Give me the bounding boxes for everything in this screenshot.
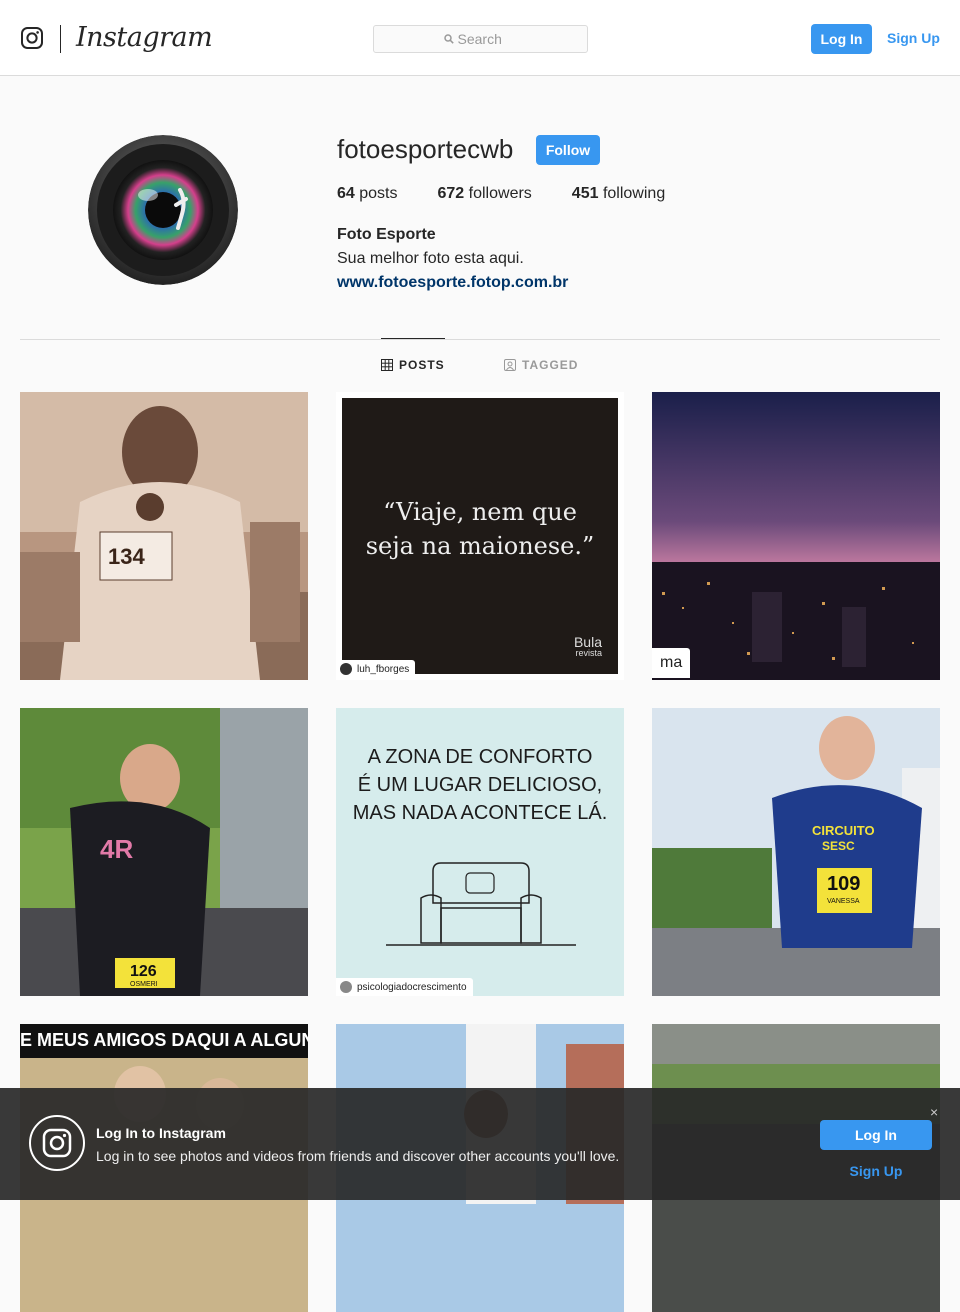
followers-count-value: 672 (437, 185, 465, 202)
tab-tagged[interactable]: TAGGED (504, 358, 578, 372)
post-tile-5[interactable]: A ZONA DE CONFORTO É UM LUGAR DELICIOSO,… (336, 708, 624, 996)
brand-divider (60, 25, 61, 53)
post-5-tag[interactable]: psicologiadocrescimento (336, 978, 473, 996)
posts-count-label: posts (359, 185, 398, 202)
signup-link[interactable]: Sign Up (887, 30, 940, 46)
search-input[interactable] (453, 31, 518, 47)
grid-icon (381, 359, 393, 371)
post-tile-1[interactable]: 134 (20, 392, 308, 680)
login-button[interactable]: Log In (811, 24, 872, 54)
post-2-tag[interactable]: luh_fborges (336, 660, 416, 678)
post-1-bib-number: 134 (108, 544, 145, 569)
post-4-bib-number: 126 (130, 963, 157, 980)
tab-posts[interactable]: POSTS (381, 358, 445, 372)
post-5-tag-avatar (340, 981, 352, 993)
tab-tagged-label: TAGGED (522, 358, 579, 372)
post-2-quote-line-2: seja na maionese.” (365, 532, 595, 560)
post-tile-6[interactable]: CIRCUITO SESC 109 VANESSA (652, 708, 940, 996)
profile-stats: 64 posts 672 followers 451 following (337, 185, 705, 203)
search-box[interactable] (373, 25, 588, 53)
banner-login-button[interactable]: Log In (820, 1120, 932, 1150)
instagram-wordmark-logo[interactable]: Instagram (76, 22, 213, 53)
post-4-bib-name: OSMERI (130, 981, 158, 988)
banner-title: Log In to Instagram (96, 1125, 226, 1141)
tabs-divider (20, 339, 940, 340)
post-tile-4[interactable]: 4R 126 OSMERI (20, 708, 308, 996)
tagged-person-icon (504, 359, 516, 371)
followers-count[interactable]: 672 followers (438, 185, 532, 203)
top-navigation-bar: Instagram Log In Sign Up (0, 0, 960, 76)
tab-posts-label: POSTS (399, 358, 445, 372)
search-icon (443, 34, 454, 44)
post-5-line-1: A ZONA DE CONFORTO (367, 746, 593, 768)
profile-username: fotoesportecwb (337, 134, 514, 164)
post-2-quote-line-1: “Viaje, nem que (383, 498, 577, 526)
banner-description: Log in to see photos and videos from fri… (96, 1148, 620, 1164)
profile-avatar[interactable] (88, 135, 238, 285)
post-7-caption: E MEUS AMIGOS DAQUI A ALGUNS A (20, 1030, 308, 1050)
profile-bio: Sua melhor foto esta aqui. (337, 250, 524, 267)
post-2-signature-sub: revista (575, 648, 602, 658)
post-5-line-2: É UM LUGAR DELICIOSO, (357, 774, 603, 796)
profile-website-link[interactable]: www.fotoesporte.fotop.com.br (337, 274, 568, 292)
post-6-bib-number: 109 (827, 873, 861, 895)
followers-count-label: followers (468, 185, 532, 202)
post-tile-2[interactable]: “Viaje, nem que seja na maionese.” Bula … (336, 392, 624, 680)
svg-text:4R: 4R (100, 834, 133, 864)
post-6-bib-name: VANESSA (827, 898, 860, 905)
profile-full-name: Foto Esporte (337, 226, 436, 243)
post-tile-3[interactable]: ma (652, 392, 940, 680)
following-count-label: following (602, 185, 666, 202)
active-tab-indicator (381, 338, 445, 339)
posts-count: 64 posts (337, 185, 398, 203)
post-3-tag[interactable]: ma (652, 648, 691, 678)
post-2-tag-avatar (340, 663, 352, 675)
post-6-shirt-text-2: SESC (822, 839, 855, 853)
posts-count-value: 64 (337, 185, 355, 202)
armchair-illustration (386, 862, 576, 946)
instagram-camera-icon[interactable] (21, 27, 43, 49)
login-prompt-banner: Log In to Instagram Log in to see photos… (0, 1088, 960, 1200)
post-3-tag-username: ma (660, 654, 683, 671)
instagram-logo-icon (29, 1115, 85, 1171)
post-2-tag-username: luh_fborges (357, 663, 410, 675)
post-6-shirt-text-1: CIRCUITO (812, 823, 875, 838)
banner-signup-link[interactable]: Sign Up (820, 1163, 932, 1179)
following-count[interactable]: 451 following (572, 185, 665, 203)
follow-button[interactable]: Follow (536, 135, 600, 165)
close-icon[interactable]: × (930, 1104, 938, 1120)
post-5-line-3: MAS NADA ACONTECE LÁ. (352, 802, 608, 824)
following-count-value: 451 (571, 185, 599, 202)
post-5-tag-username: psicologiadocrescimento (357, 981, 467, 993)
